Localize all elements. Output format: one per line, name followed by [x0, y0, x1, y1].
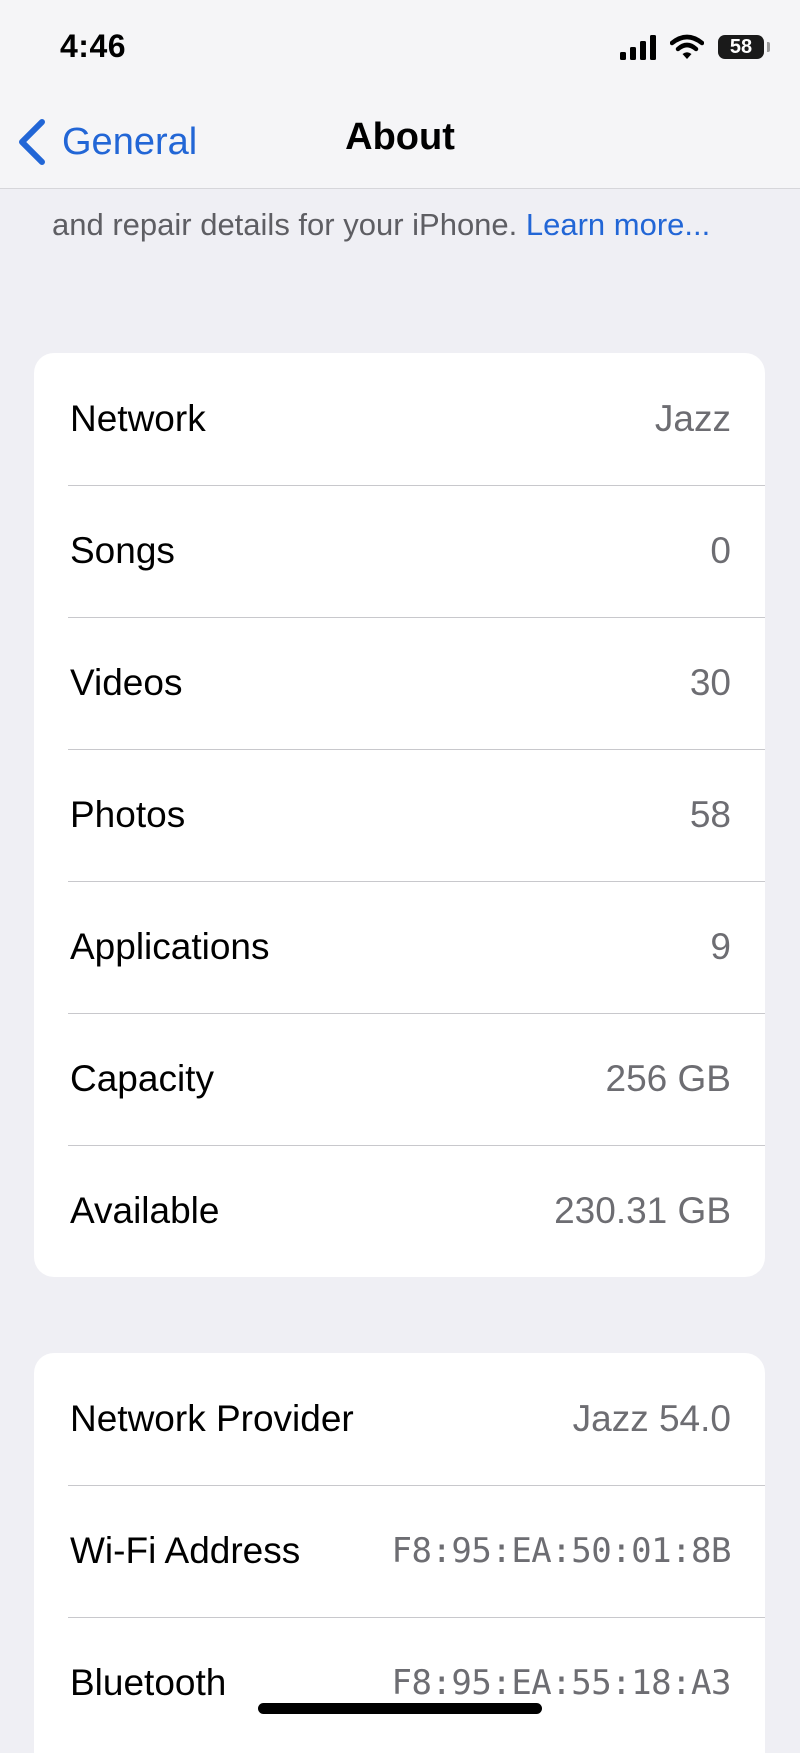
row-label: Wi-Fi Address — [70, 1530, 301, 1571]
row-value: 256 GB — [605, 1058, 731, 1099]
intro-description: and repair details for your iPhone. — [52, 207, 526, 242]
row-applications: Applications 9 — [34, 881, 765, 1013]
row-bluetooth: Bluetooth F8:95:EA:55:18:A3 — [34, 1617, 765, 1749]
row-wifi-address: Wi-Fi Address F8:95:EA:50:01:8B — [34, 1485, 765, 1617]
row-value: 230.31 GB — [554, 1190, 731, 1231]
learn-more-link[interactable]: Learn more... — [526, 207, 710, 242]
row-value: 9 — [710, 926, 731, 967]
row-network-provider[interactable]: Network Provider Jazz 54.0 — [34, 1353, 765, 1485]
row-label: Bluetooth — [70, 1662, 227, 1703]
row-value: 30 — [689, 662, 731, 703]
row-photos: Photos 58 — [34, 749, 765, 881]
row-value: F8:95:EA:50:01:8B — [391, 1531, 732, 1571]
status-icons: 58 — [620, 34, 770, 60]
row-label: Network Provider — [70, 1398, 354, 1439]
row-label: Network — [70, 398, 206, 439]
navigation-bar: General About — [0, 96, 800, 189]
row-value: Jazz 54.0 — [572, 1398, 731, 1439]
row-network: Network Jazz — [34, 353, 765, 485]
row-available: Available 230.31 GB — [34, 1145, 765, 1277]
row-label: Applications — [70, 926, 270, 967]
row-label: Videos — [70, 662, 183, 703]
row-value: 0 — [710, 530, 731, 571]
status-bar: 4:46 58 — [0, 0, 800, 96]
row-value: Jazz — [654, 398, 731, 439]
row-label: Photos — [70, 794, 186, 835]
cellular-signal-icon — [620, 34, 660, 60]
row-label: Capacity — [70, 1058, 214, 1099]
wifi-icon — [669, 34, 705, 60]
row-capacity: Capacity 256 GB — [34, 1013, 765, 1145]
row-value: 58 — [689, 794, 731, 835]
network-info-group: Network Provider Jazz 54.0 Wi-Fi Address… — [34, 1353, 765, 1753]
device-info-group: Network Jazz Songs 0 Videos 30 Photos 58… — [34, 353, 765, 1277]
battery-icon: 58 — [718, 35, 770, 59]
intro-text: and repair details for your iPhone. Lear… — [52, 200, 752, 250]
row-label: Available — [70, 1190, 220, 1231]
page-title: About — [345, 116, 455, 158]
row-label: Songs — [70, 530, 175, 571]
row-songs: Songs 0 — [34, 485, 765, 617]
row-videos: Videos 30 — [34, 617, 765, 749]
status-time: 4:46 — [60, 28, 127, 64]
row-value: F8:95:EA:55:18:A3 — [391, 1663, 732, 1703]
home-indicator[interactable] — [258, 1703, 542, 1714]
